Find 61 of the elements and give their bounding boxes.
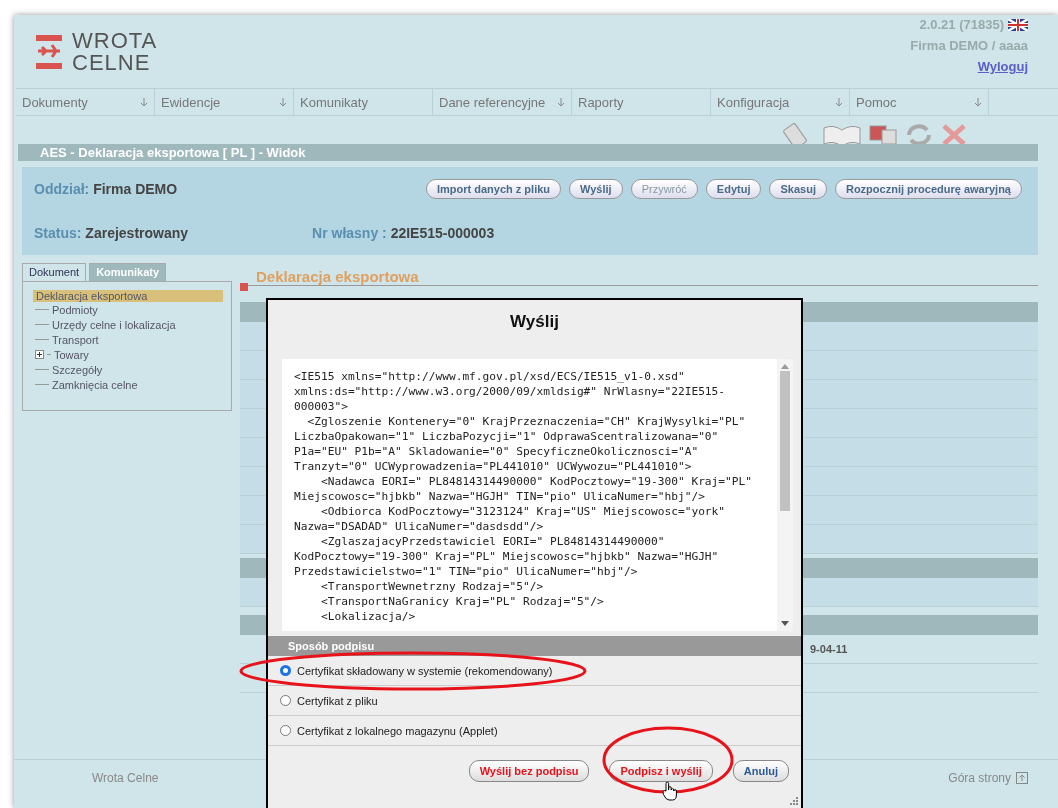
action-button[interactable]: Edytuj [705, 179, 762, 199]
menu-item[interactable]: Pomoc [850, 89, 989, 115]
scroll-down-icon[interactable] [781, 621, 789, 626]
user-text: Firma DEMO / aaaa [910, 38, 1028, 53]
action-button[interactable]: Rozpocznij procedurę awaryjną [834, 179, 1022, 199]
flag-icon [1008, 18, 1028, 31]
status-text: Status: Zarejestrowany [34, 225, 189, 241]
logout-link[interactable]: Wyloguj [977, 59, 1028, 74]
down-arrow-icon[interactable] [140, 97, 148, 107]
menu-item[interactable]: Komunikaty [294, 89, 433, 115]
dialog-button[interactable]: Anuluj [732, 760, 789, 782]
tree-item[interactable]: Podmioty [52, 303, 98, 316]
xml-text-area[interactable] [282, 359, 793, 631]
menu-item[interactable]: Raporty [572, 89, 711, 115]
dialog-title: Wyślij [509, 311, 560, 333]
down-arrow-icon[interactable] [557, 97, 565, 107]
menu-item[interactable]: Dane referencyjne [433, 89, 572, 115]
menu-item[interactable]: Ewidencje [155, 89, 294, 115]
dialog-button[interactable]: Podpisz i wyślij [609, 760, 713, 782]
footer-text: Wrota Celne [92, 771, 159, 785]
xml-code-text: <IE515 xmlns="http://www.mf.gov.pl/xsd/ECS/IE515_v1-0.xsd" xmlns:ds="http://www.w3.org/2000/09/xmldsig#" NrWlasny="22IE515- 000003"> <Zgloszenie Kontenery="0" KrajPrzeznaczenia="CH" KrajWysylki="PL" LiczbaOpakowan="1" LiczbaPozycji="1" OdprawaScentralizowana="0" P1a="EU" P1b="A" Skladowanie="0" SpecyficzneOkolicznosci="A" Tranzyt="0" UCWyprowadzenia="PL441010" UCWywozu="PL441010"> <Nadawca EORI=" PL84814314490000" KodPocztowy="19-300" Kraj="PL" Miejscowosc="hjbkb" Nazwa="HGJH" TIN="pio" UlicaNumer="hbj"/> <Odbiorca KodPocztowy="3123124" Kraj="US" Miejscowosc="york" Nazwa="DSADAD" UlicaNumer="dasdsdd"/> <ZglaszajacyPrzedstawiciel EORI=" PL84814314490000" KodPocztowy="19-300" Kraj="PL" Miejscowosc="hjbkb" Nazwa="HGJH" Przedstawicielstwo="1" TIN="pio" UlicaNumer="hbj"/> <TransportWewnetrzny Rodzaj="5"/> <TransportNaGranicy Kraj="PL" Rodzaj="5"/> <Lokalizacja/> [293, 369, 753, 625]
branch-text: Oddział: Firma DEMO [34, 181, 178, 197]
expand-icon[interactable] [35, 350, 44, 359]
tree-item[interactable]: Zamknięcia celne [52, 378, 138, 391]
dialog-button[interactable]: Wyślij bez podpisu [468, 760, 590, 782]
section-heading: Deklaracja eksportowa [256, 268, 419, 285]
down-arrow-icon[interactable] [279, 97, 287, 107]
logo-text: CELNE [72, 51, 152, 74]
scrollbar-thumb[interactable] [780, 371, 790, 511]
tree-item[interactable]: Urzędy celne i lokalizacja [52, 318, 176, 331]
back-to-top-link[interactable]: Góra strony [948, 771, 1011, 785]
tab[interactable]: Dokument [22, 263, 87, 281]
marker-icon [240, 283, 248, 291]
tree-item[interactable]: Towary [54, 348, 89, 361]
logo-text: WROTA [72, 29, 158, 52]
radio-button[interactable] [280, 695, 291, 706]
action-button[interactable]: Skasuj [769, 179, 827, 199]
action-button[interactable]: Wyślij [569, 179, 623, 199]
radio-label[interactable]: Certyfikat składowany w systemie (rekomendowany) [297, 664, 553, 677]
menu-item[interactable]: Dokumenty [16, 89, 155, 115]
tree-item[interactable]: Transport [52, 333, 99, 346]
version-text: 2.0.21 (71835) [919, 17, 1004, 32]
down-arrow-icon[interactable] [835, 97, 843, 107]
resize-grip-icon[interactable] [790, 797, 798, 805]
tree-item[interactable]: Szczegóły [52, 363, 103, 376]
action-button[interactable]: Import danych z pliku [425, 179, 562, 199]
radio-button[interactable] [280, 725, 291, 736]
scroll-up-icon[interactable] [781, 364, 789, 369]
down-arrow-icon[interactable] [974, 97, 982, 107]
tree-item[interactable]: Deklaracja eksportowa [33, 290, 223, 302]
radio-button[interactable] [280, 665, 291, 676]
table-cell: 9-04-11 [810, 643, 848, 655]
radio-label[interactable]: Certyfikat z lokalnego magazynu (Applet) [297, 724, 498, 737]
radio-label[interactable]: Certyfikat z pliku [297, 694, 378, 707]
section-header: Sposób podpisu [268, 636, 801, 656]
own-number-text: Nr własny : 22IE515-000003 [312, 225, 495, 241]
menu-item[interactable]: Konfiguracja [711, 89, 850, 115]
page-title-bar: AES - Deklaracja eksportowa [ PL ] - Widok [18, 144, 1038, 161]
up-arrow-icon[interactable] [1016, 772, 1028, 784]
hand-cursor-icon [662, 781, 678, 801]
logo-icon [34, 32, 64, 71]
